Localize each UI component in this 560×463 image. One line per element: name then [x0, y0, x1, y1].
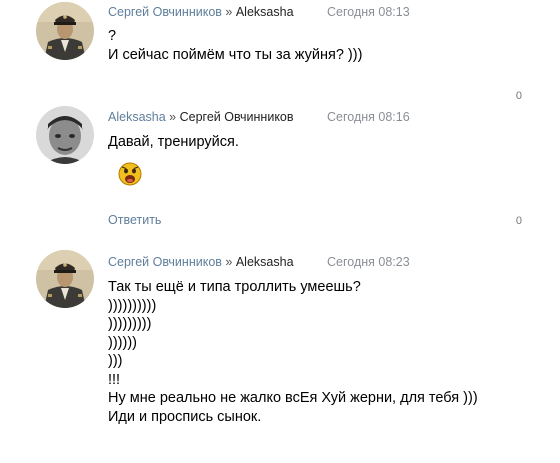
- comment-line: ))): [108, 353, 123, 369]
- comment-line: ))))))))): [108, 316, 152, 332]
- comment-line: Ну мне реально не жалко всЕя Хуй жерни, …: [108, 390, 478, 406]
- comment-timestamp[interactable]: Сегодня 08:23: [327, 254, 410, 270]
- comment-meta: Сергей Овчинников » Aleksasha: [108, 254, 294, 270]
- comment-line: )))))): [108, 334, 137, 351]
- comment-line: Так ты ещё и типа троллить умеешь?: [108, 279, 361, 295]
- comment-3: Сергей Овчинников » Aleksasha Сегодня 08…: [0, 0, 560, 463]
- reply-separator: »: [225, 255, 233, 269]
- comment-line: !!!: [108, 371, 121, 388]
- avatar[interactable]: [36, 250, 94, 308]
- comment-text: Так ты ещё и типа троллить умеешь? )))))…: [108, 278, 478, 426]
- comment-line: Иди и проспись сынок.: [108, 408, 262, 425]
- comment-line: )))))))))): [108, 297, 157, 314]
- reply-target-name[interactable]: Aleksasha: [236, 255, 294, 269]
- author-link[interactable]: Сергей Овчинников: [108, 255, 222, 269]
